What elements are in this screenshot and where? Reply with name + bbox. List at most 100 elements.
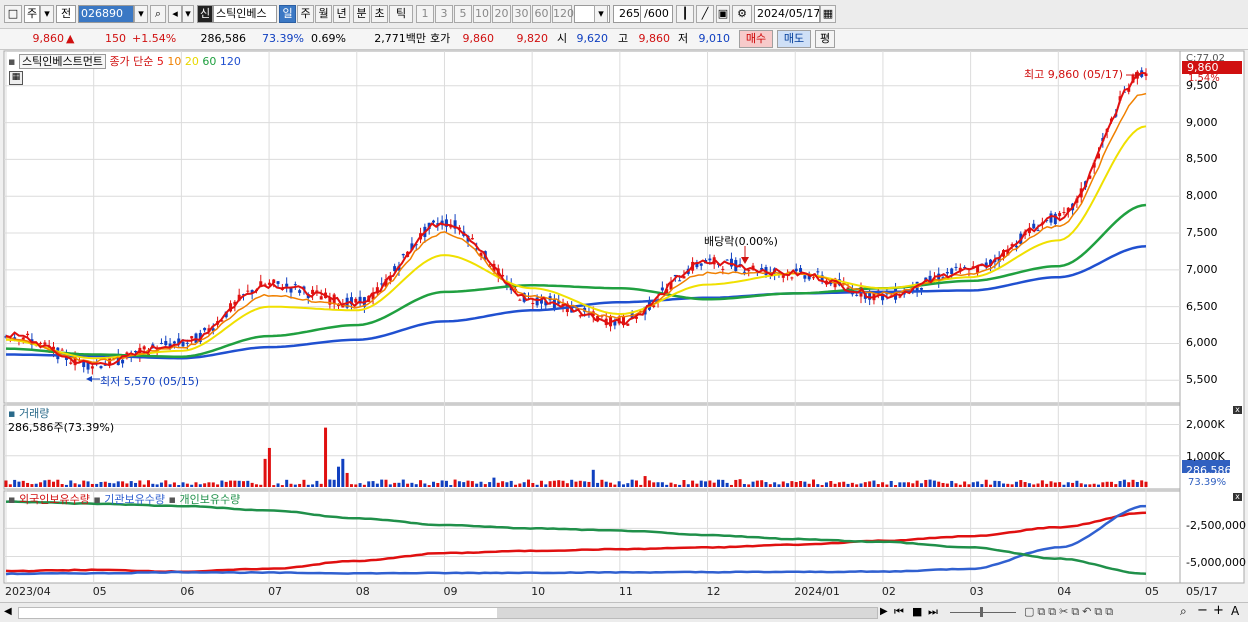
volume-bar <box>984 479 988 487</box>
volume-bar <box>86 481 90 487</box>
zoom-out-icon[interactable]: − <box>1197 603 1208 618</box>
period-week-button[interactable]: 주 <box>297 5 314 23</box>
market-select[interactable]: 주 <box>24 5 40 23</box>
volume-bar <box>147 480 150 487</box>
volume-bar <box>328 479 332 487</box>
interval-60-button[interactable]: 60 <box>532 5 551 23</box>
turnover-percent: 0.69% <box>311 32 346 45</box>
calendar-icon[interactable]: ▦ <box>820 5 836 23</box>
volume-bar <box>859 483 863 487</box>
volume-bar <box>634 480 638 487</box>
candle-body <box>354 298 358 303</box>
volume-bar <box>475 483 479 487</box>
interval-1-button[interactable]: 1 <box>416 5 434 23</box>
volume-bar <box>539 480 543 487</box>
scroll-left-icon[interactable]: ◀ <box>4 606 12 617</box>
interval-10-button[interactable]: 10 <box>473 5 491 23</box>
holdings-close-icon[interactable]: x <box>1233 493 1242 501</box>
volume-bar <box>976 481 980 487</box>
candle-body <box>945 271 949 274</box>
period-day-button[interactable]: 일 <box>279 5 296 23</box>
calculator-icon[interactable]: ▦ <box>9 71 23 85</box>
candle-icon[interactable]: ┃ <box>676 5 694 23</box>
candle-body <box>1032 223 1036 229</box>
volume-bar <box>1135 481 1139 487</box>
volume-bar <box>1144 481 1148 487</box>
sell-button[interactable]: 매도 <box>777 30 811 48</box>
save-icon[interactable]: ▣ <box>716 5 730 23</box>
stock-code-input[interactable]: 026890 <box>78 5 134 23</box>
volume-bar <box>669 482 673 487</box>
zoom-search-icon[interactable]: ⌕ <box>1180 604 1187 619</box>
volume-bar <box>177 485 181 487</box>
volume-bar <box>121 481 125 487</box>
eval-button[interactable]: 평 <box>815 30 835 48</box>
period-month-button[interactable]: 월 <box>315 5 332 23</box>
speaker-icon[interactable]: ◂ <box>168 5 182 23</box>
interval-dropdown-icon[interactable]: ▾ <box>594 5 608 23</box>
volume-bar <box>1032 484 1036 487</box>
market-dropdown-icon[interactable]: ▾ <box>40 5 54 23</box>
period-minute-button[interactable]: 분 <box>353 5 370 23</box>
volume-bar <box>99 482 103 487</box>
scroll-thumb[interactable] <box>497 608 877 618</box>
volume-bar <box>43 480 47 487</box>
interval-30-button[interactable]: 30 <box>512 5 531 23</box>
volume-percent: 73.39% <box>262 32 304 45</box>
zoom-in-icon[interactable]: + <box>1213 603 1224 618</box>
gear-icon[interactable]: ⚙ <box>732 5 752 23</box>
scroll-right-icon[interactable]: ▶ <box>880 606 888 617</box>
jeon-button[interactable]: 전 <box>56 5 76 23</box>
speaker-dropdown-icon[interactable]: ▾ <box>182 5 194 23</box>
period-year-button[interactable]: 년 <box>333 5 350 23</box>
volume-bar <box>911 483 915 487</box>
date-input[interactable]: 2024/05/17 <box>754 5 820 23</box>
volume-bar <box>578 480 582 487</box>
volume-bar <box>267 447 271 487</box>
volume-bar <box>565 483 569 487</box>
open-label: 시 <box>557 32 568 45</box>
candle-body <box>293 284 297 286</box>
volume-bar <box>1066 482 1070 487</box>
volume-bar <box>1002 483 1005 487</box>
interval-3-button[interactable]: 3 <box>435 5 453 23</box>
volume-bar <box>397 482 401 487</box>
interval-20-button[interactable]: 20 <box>492 5 511 23</box>
volume-close-icon[interactable]: x <box>1233 406 1242 414</box>
period-second-button[interactable]: 초 <box>371 5 388 23</box>
zoom-slider[interactable] <box>950 612 1016 613</box>
interval-5-button[interactable]: 5 <box>454 5 472 23</box>
volume-bar <box>125 483 129 487</box>
forward-icon[interactable]: ⏭ <box>928 605 938 619</box>
rewind-icon[interactable]: ⏮ <box>894 605 904 619</box>
x-axis-label: 12 <box>706 585 721 598</box>
count-input[interactable]: 265 <box>613 5 641 23</box>
chart-canvas[interactable] <box>0 50 1248 602</box>
new-badge: 신 <box>197 5 213 23</box>
window-icon[interactable]: □ <box>4 5 22 23</box>
stop-icon[interactable]: ■ <box>912 605 922 618</box>
candle-body <box>99 366 103 369</box>
volume-bar <box>570 479 574 487</box>
volume-bar <box>289 483 293 487</box>
buy-button[interactable]: 매수 <box>739 30 773 48</box>
scroll-track[interactable] <box>18 607 878 619</box>
price-y-tick: 8,500 <box>1186 152 1218 166</box>
volume-bar <box>786 483 790 487</box>
candle-body <box>950 268 954 274</box>
volume-bar <box>185 483 189 487</box>
code-dropdown-icon[interactable]: ▾ <box>134 5 148 23</box>
search-icon[interactable]: ⌕ <box>150 5 166 23</box>
volume-bar <box>401 479 405 487</box>
interval-120-button[interactable]: 120 <box>552 5 574 23</box>
x-axis-label: 08 <box>355 585 370 598</box>
bid-price: 9,820 <box>516 32 549 45</box>
volume-bar <box>1122 479 1126 487</box>
high-annotation: 최고 9,860 (05/17) <box>1024 68 1124 81</box>
line-tool-icon[interactable]: ╱ <box>696 5 714 23</box>
period-tick-button[interactable]: 틱 <box>389 5 413 23</box>
zoom-slider-handle[interactable] <box>980 607 983 617</box>
font-size-icon[interactable]: A <box>1231 604 1239 618</box>
tool-icons[interactable]: ▢⧉⧉✂⧉↶⧉⧉ <box>1024 605 1116 619</box>
candle-body <box>134 350 138 353</box>
